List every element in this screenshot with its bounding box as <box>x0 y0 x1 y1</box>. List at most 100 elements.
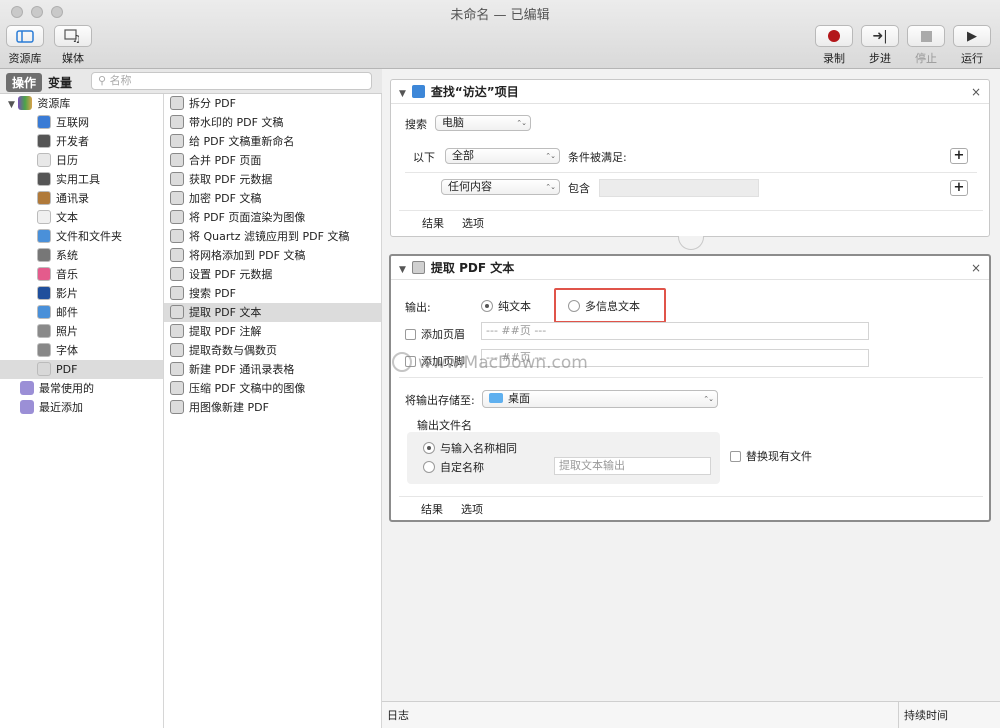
collapse-triangle-icon[interactable]: ▼ <box>399 265 406 275</box>
condition-label: 条件被满足: <box>568 151 627 164</box>
tab-options[interactable]: 选项 <box>462 215 484 231</box>
custom-name-radio[interactable]: 自定名称 <box>423 459 484 475</box>
action-item[interactable]: 提取 PDF 注解 <box>164 322 381 341</box>
tab-variables[interactable]: 变量 <box>42 73 78 92</box>
step-button[interactable]: ➜| 步进 <box>861 25 899 66</box>
replace-existing-checkbox[interactable]: 替换现有文件 <box>730 448 812 464</box>
tab-actions[interactable]: 操作 <box>6 73 43 92</box>
custom-name-input[interactable]: 提取文本输出 <box>554 457 711 475</box>
plain-text-radio[interactable]: 纯文本 <box>481 298 531 314</box>
sidebar-item-13[interactable]: PDF <box>0 360 163 379</box>
action-item-label: 拆分 PDF <box>189 97 236 110</box>
sidebar-item-3[interactable]: 实用工具 <box>0 170 163 189</box>
action-item[interactable]: 用图像新建 PDF <box>164 398 381 417</box>
header-input[interactable]: --- ##页 --- <box>481 322 869 340</box>
search-input[interactable]: ⚲ 名称 <box>91 72 372 90</box>
action-item[interactable]: 将 Quartz 滤镜应用到 PDF 文稿 <box>164 227 381 246</box>
media-icon: ♫ <box>64 29 81 43</box>
divider <box>399 496 983 497</box>
add-condition-button[interactable]: + <box>950 148 968 164</box>
collapse-triangle-icon[interactable]: ▼ <box>399 89 406 99</box>
pdf-action-icon <box>170 400 184 414</box>
action-item[interactable]: 新建 PDF 通讯录表格 <box>164 360 381 379</box>
pdf-action-icon <box>411 261 425 274</box>
action-item[interactable]: 给 PDF 文稿重新命名 <box>164 132 381 151</box>
step-label: 步进 <box>869 52 891 65</box>
criteria-popup[interactable]: 任何内容 <box>441 179 560 195</box>
watermark-text: www.MacDown.com <box>418 353 588 373</box>
sidebar-item-label: 互联网 <box>56 116 89 129</box>
action-item-label: 加密 PDF 文稿 <box>189 192 262 205</box>
library-root[interactable]: ▼ 资源库 <box>0 94 163 113</box>
sidebar-item-7[interactable]: 系统 <box>0 246 163 265</box>
media-button[interactable]: ♫ 媒体 <box>54 25 92 66</box>
action-item[interactable]: 提取奇数与偶数页 <box>164 341 381 360</box>
library-root-label: 资源库 <box>37 97 71 110</box>
save-location-popup[interactable]: 桌面 <box>482 390 718 408</box>
sidebar-item-6[interactable]: 文件和文件夹 <box>0 227 163 246</box>
sidebar-item-11[interactable]: 照片 <box>0 322 163 341</box>
sidebar-item-label: 最常使用的 <box>39 382 94 395</box>
sidebar-item-12[interactable]: 字体 <box>0 341 163 360</box>
tab-results[interactable]: 结果 <box>421 501 443 517</box>
add-header-checkbox[interactable]: 添加页眉 <box>405 326 465 342</box>
search-placeholder: 名称 <box>109 74 132 87</box>
action-item[interactable]: 设置 PDF 元数据 <box>164 265 381 284</box>
library-toggle-button[interactable]: 资源库 <box>6 25 44 66</box>
action-item[interactable]: 带水印的 PDF 文稿 <box>164 113 381 132</box>
action-item-label: 获取 PDF 元数据 <box>189 173 273 186</box>
action-item[interactable]: 加密 PDF 文稿 <box>164 189 381 208</box>
action-item[interactable]: 将 PDF 页面渲染为图像 <box>164 208 381 227</box>
folder-icon <box>489 393 503 403</box>
add-header-label: 添加页眉 <box>421 328 465 341</box>
search-location-popup[interactable]: 电脑 <box>435 115 531 131</box>
action-item[interactable]: 获取 PDF 元数据 <box>164 170 381 189</box>
step-icon: ➜| <box>872 28 888 44</box>
record-button[interactable]: 录制 <box>815 25 853 66</box>
sidebar-item-4[interactable]: 通讯录 <box>0 189 163 208</box>
contains-input[interactable] <box>599 179 759 197</box>
record-label: 录制 <box>823 52 845 65</box>
stop-label: 停止 <box>915 52 937 65</box>
sidebar-item-9[interactable]: 影片 <box>0 284 163 303</box>
pdf-action-icon <box>170 210 184 224</box>
radio-icon <box>423 461 435 473</box>
action-item[interactable]: 合并 PDF 页面 <box>164 151 381 170</box>
log-label[interactable]: 日志 <box>387 707 409 723</box>
close-icon[interactable]: × <box>971 256 981 280</box>
add-criteria-button[interactable]: + <box>950 180 968 196</box>
watermark: www.MacDown.com <box>392 352 588 373</box>
action-item[interactable]: 提取 PDF 文本 <box>164 303 381 322</box>
action-item[interactable]: 搜索 PDF <box>164 284 381 303</box>
match-all-popup[interactable]: 全部 <box>445 148 560 164</box>
pdf-action-icon <box>170 96 184 110</box>
sidebar-item-most-used[interactable]: 最常使用的 <box>0 379 163 398</box>
sidebar-item-8[interactable]: 音乐 <box>0 265 163 284</box>
stop-button[interactable]: 停止 <box>907 25 945 66</box>
pdf-action-icon <box>170 172 184 186</box>
close-icon[interactable]: × <box>971 80 981 104</box>
radio-selected-icon <box>481 300 493 312</box>
tab-results[interactable]: 结果 <box>422 215 444 231</box>
tab-options[interactable]: 选项 <box>461 501 483 517</box>
sidebar-item-2[interactable]: 日历 <box>0 151 163 170</box>
same-as-input-radio[interactable]: 与输入名称相同 <box>423 440 517 456</box>
card-title: 提取 PDF 文本 <box>430 261 515 275</box>
sidebar-item-0[interactable]: 互联网 <box>0 113 163 132</box>
contacts-icon <box>37 191 51 205</box>
action-item[interactable]: 压缩 PDF 文稿中的图像 <box>164 379 381 398</box>
action-item[interactable]: 将网格添加到 PDF 文稿 <box>164 246 381 265</box>
sidebar-item-label: 邮件 <box>56 306 78 319</box>
custom-name-label: 自定名称 <box>440 461 484 474</box>
sidebar-item-1[interactable]: 开发者 <box>0 132 163 151</box>
pdf-action-icon <box>170 115 184 129</box>
sidebar-item-5[interactable]: 文本 <box>0 208 163 227</box>
sidebar-item-recent[interactable]: 最近添加 <box>0 398 163 417</box>
sidebar-item-10[interactable]: 邮件 <box>0 303 163 322</box>
action-item[interactable]: 拆分 PDF <box>164 94 381 113</box>
run-button[interactable]: ▶ 运行 <box>953 25 991 66</box>
duration-label[interactable]: 持续时间 <box>904 707 948 723</box>
action-item-label: 提取 PDF 注解 <box>189 325 262 338</box>
pdf-icon <box>37 362 51 376</box>
log-bar: 日志 持续时间 <box>382 701 1000 728</box>
